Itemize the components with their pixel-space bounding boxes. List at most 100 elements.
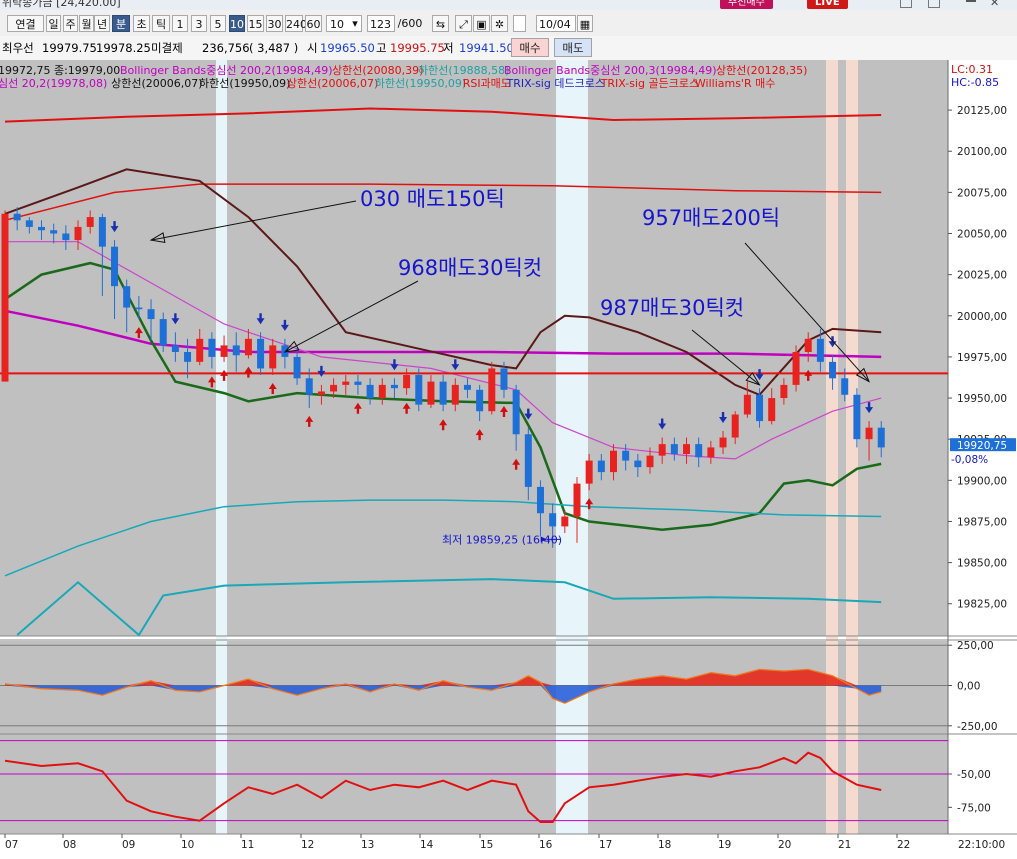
sell-button[interactable]: 매도: [554, 38, 592, 57]
interval-button[interactable]: 연결: [7, 15, 44, 32]
high-label: 고: [376, 41, 387, 55]
candle: [841, 378, 849, 395]
y-tick-label: 19825,00: [957, 599, 1007, 611]
signal-highlight-band: [556, 60, 588, 834]
candle: [804, 338, 812, 352]
x-tick-label: 22: [897, 839, 910, 851]
legend-lc: LC:0.31: [951, 63, 993, 76]
x-tick-label: 12: [301, 839, 314, 851]
candle: [865, 427, 873, 440]
legend-item: 하한선(19888,58): [418, 63, 509, 77]
legend-item: Bollinger Bands중심선 200,3(19984,49): [504, 64, 717, 77]
candle: [427, 381, 435, 405]
interval-button[interactable]: 5: [210, 15, 226, 32]
window-icon[interactable]: [928, 0, 940, 8]
interval-button[interactable]: 월: [79, 15, 94, 32]
interval-button[interactable]: 주: [63, 15, 78, 32]
candle: [342, 381, 350, 385]
chart-area[interactable]: 20125,0020100,0020075,0020050,0020025,00…: [0, 60, 1017, 859]
x-tick-label: 17: [599, 839, 612, 851]
interval-button[interactable]: 년: [94, 15, 110, 32]
interval-button[interactable]: 틱: [152, 15, 170, 32]
gear-icon[interactable]: ✲: [491, 15, 508, 32]
candle: [439, 381, 447, 405]
x-tick-label: 16: [539, 839, 553, 851]
y-tick-label: 20000,00: [957, 311, 1007, 323]
window-icon[interactable]: [900, 0, 912, 8]
candle: [196, 338, 204, 362]
candle: [877, 427, 885, 448]
candle: [269, 345, 277, 369]
y-tick-label: 19850,00: [957, 558, 1007, 570]
trade-annotation: 987매도30틱컷: [600, 296, 744, 320]
y-tick-label: 20125,00: [957, 105, 1007, 117]
candle: [293, 356, 301, 379]
x-tick-label: 14: [420, 839, 434, 851]
candle: [512, 389, 520, 435]
interval-button[interactable]: 30: [266, 15, 283, 32]
candle: [743, 394, 751, 415]
candle: [317, 391, 325, 395]
interval-button[interactable]: 1: [172, 15, 188, 32]
candle: [573, 483, 581, 517]
legend-item: TRIX-sig 데드크로스: [506, 77, 605, 90]
candle: [135, 307, 143, 310]
trade-annotation: 030 매도150틱: [360, 187, 505, 211]
candle: [366, 384, 374, 399]
count-total: /600: [397, 17, 423, 30]
candle: [768, 398, 776, 422]
split-icon[interactable]: ⇆: [432, 15, 449, 32]
chevron-down-icon[interactable]: ▾: [348, 15, 362, 32]
x-tick-label: 10: [181, 839, 194, 851]
interval-button[interactable]: 3: [191, 15, 207, 32]
legend-item: 하한선(19950,09): [199, 76, 290, 90]
candle: [378, 384, 386, 399]
candle: [695, 444, 703, 458]
minimize-icon[interactable]: [966, 0, 976, 2]
x-tick-label: 19: [718, 839, 731, 851]
candle: [403, 375, 411, 389]
legend-item: Williams'R 매수: [695, 77, 775, 90]
link-icon[interactable]: ⤢: [455, 15, 472, 32]
candle: [707, 447, 715, 458]
signal-highlight-band: [826, 60, 838, 834]
interval-button[interactable]: 240: [285, 15, 307, 32]
toolbar: 연결 일 주 월 년 분 초 틱 1 3 5 10 15 30 240 60 10 ▾ 123/600 ⇆ ⤢ ▣ ✲ 10/…: [0, 10, 1017, 37]
interval-button[interactable]: 분: [112, 15, 130, 32]
x-axis-bg: [0, 834, 948, 859]
candle: [159, 319, 167, 346]
open-value: 19965.50: [320, 41, 375, 55]
candle: [561, 516, 569, 527]
candle: [500, 368, 508, 390]
checkbox[interactable]: [513, 15, 526, 32]
legend-item: Bollinger Bands중심선 200,2(19984,49): [120, 64, 333, 77]
candle: [476, 389, 484, 412]
interval-button[interactable]: 일: [46, 15, 61, 32]
interval-button[interactable]: 10: [229, 15, 245, 32]
legend-item: 심선 20,2(19978,08): [0, 77, 107, 90]
x-tick-label: 15: [480, 839, 493, 851]
calendar-icon[interactable]: ▦: [577, 15, 593, 32]
legend-item: 하한선(19950,09): [375, 76, 466, 90]
candle: [597, 460, 605, 473]
recommend-buy-badge[interactable]: 추천매수: [720, 0, 773, 9]
interval-button[interactable]: 초: [133, 15, 150, 32]
candle: [354, 381, 362, 385]
legend-item: RSI과매도: [463, 77, 511, 90]
candle: [74, 226, 82, 241]
x-tick-label: 22:10:00: [958, 839, 1005, 851]
interval-button[interactable]: 15: [247, 15, 264, 32]
candle: [220, 345, 228, 357]
interval-button[interactable]: 60: [305, 15, 322, 32]
buy-button[interactable]: 매수: [511, 38, 549, 57]
best-label: 최우선: [2, 41, 34, 55]
candle: [463, 384, 471, 390]
date-input[interactable]: 10/04: [536, 15, 576, 32]
candle: [86, 217, 94, 227]
candle: [634, 460, 642, 468]
save-icon[interactable]: ▣: [473, 15, 490, 32]
live-badge[interactable]: LIVE: [807, 0, 848, 9]
candle: [184, 351, 192, 362]
count-input[interactable]: 123: [367, 15, 395, 32]
close-icon[interactable]: ✕: [990, 0, 999, 9]
